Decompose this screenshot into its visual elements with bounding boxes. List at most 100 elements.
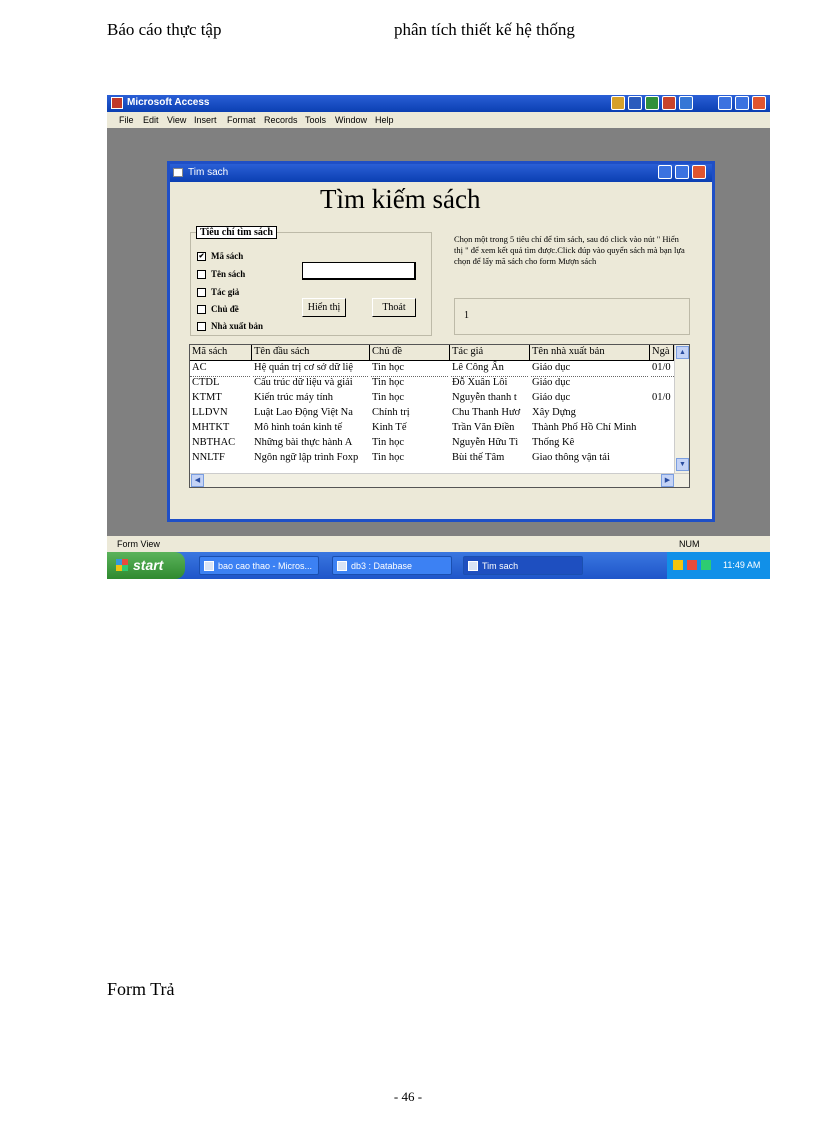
- outlook-icon[interactable]: [679, 96, 693, 110]
- table-cell: Thành Phố Hồ Chí Minh: [530, 421, 650, 436]
- table-cell: 01/0: [652, 362, 671, 373]
- column-header[interactable]: Mã sách: [190, 345, 252, 361]
- result-count: 1: [464, 310, 469, 321]
- search-input[interactable]: [302, 262, 416, 280]
- criteria-group-label: Tiêu chí tìm sách: [196, 226, 277, 239]
- table-cell: Chính trị: [370, 406, 450, 421]
- table-cell: MHTKT: [190, 421, 252, 436]
- table-cell: Trần Văn Điền: [450, 421, 530, 436]
- menu-tools[interactable]: Tools: [305, 115, 326, 125]
- checkbox-icon[interactable]: ✔: [197, 252, 206, 262]
- task-word-doc[interactable]: bao cao thao - Micros...: [199, 556, 319, 575]
- column-header[interactable]: Ngà: [650, 345, 674, 361]
- menu-view[interactable]: View: [167, 115, 186, 125]
- table-cell: Kiến trúc máy tính: [252, 391, 370, 406]
- page-number: - 46 -: [393, 1089, 423, 1104]
- option-chu-de[interactable]: Chủ đề: [197, 304, 239, 315]
- table-cell: NBTHAC: [190, 436, 252, 451]
- exit-button[interactable]: Thoát: [372, 298, 416, 317]
- table-cell: AC: [190, 361, 252, 376]
- instruction-text: Chọn một trong 5 tiêu chí để tìm sách, s…: [454, 234, 685, 266]
- option-tac-gia[interactable]: Tác giả: [197, 287, 239, 298]
- table-cell: Những bài thực hành A: [252, 436, 370, 451]
- form-minimize-icon[interactable]: [658, 165, 672, 179]
- form-icon: [468, 561, 478, 571]
- tim-sach-window: Tim sach Tìm kiếm sách Tiêu chí tìm sách…: [167, 161, 715, 522]
- option-nha-xuat-ban[interactable]: Nhà xuất bản: [197, 321, 263, 332]
- checkbox-icon[interactable]: [197, 322, 206, 332]
- table-cell: Tin học: [370, 451, 450, 466]
- scroll-left-icon[interactable]: ◀: [191, 474, 204, 487]
- table-row[interactable]: KTMT Kiến trúc máy tính Tin học Nguyễn than…: [190, 391, 674, 406]
- result-count-box: 1: [454, 298, 690, 335]
- table-cell: Giáo dục: [530, 391, 650, 406]
- status-bar: Form View NUM: [107, 536, 770, 552]
- word-icon[interactable]: [628, 96, 642, 110]
- scroll-down-icon[interactable]: ▼: [676, 458, 689, 471]
- menu-records[interactable]: Records: [264, 115, 298, 125]
- vertical-scrollbar[interactable]: ▲ ▼: [674, 345, 689, 473]
- app-title: Microsoft Access: [127, 97, 210, 108]
- menu-format[interactable]: Format: [227, 115, 256, 125]
- table-cell: Giao thông vận tải: [530, 451, 650, 466]
- table-cell: Hệ quản trị cơ sở dữ liệ: [252, 361, 370, 376]
- form-maximize-icon[interactable]: [675, 165, 689, 179]
- tray-icon[interactable]: [701, 560, 711, 570]
- minimize-icon[interactable]: [718, 96, 732, 110]
- task-tim-sach[interactable]: Tim sach: [463, 556, 583, 575]
- menu-edit[interactable]: Edit: [143, 115, 159, 125]
- table-cell: [650, 436, 674, 451]
- tray-icon[interactable]: [673, 560, 683, 570]
- powerpoint-icon[interactable]: [662, 96, 676, 110]
- close-icon[interactable]: [752, 96, 766, 110]
- table-cell: [650, 451, 674, 466]
- table-row[interactable]: AC Hệ quản trị cơ sở dữ liệ Tin học Lê Công…: [190, 361, 674, 377]
- column-header[interactable]: Tác giả: [450, 345, 530, 361]
- menu-file[interactable]: File: [119, 115, 134, 125]
- option-ma-sach[interactable]: ✔ Mã sách: [197, 251, 243, 262]
- access-icon: [111, 97, 123, 109]
- checkbox-icon[interactable]: [197, 288, 206, 298]
- column-header[interactable]: Tên nhà xuất bản: [530, 345, 650, 361]
- maximize-icon[interactable]: [735, 96, 749, 110]
- table-row[interactable]: NBTHAC Những bài thực hành A Tin học Nguyễn…: [190, 436, 674, 451]
- table-cell: [650, 376, 674, 391]
- show-button[interactable]: Hiển thị: [302, 298, 346, 317]
- column-header[interactable]: Tên đầu sách: [252, 345, 370, 361]
- start-button[interactable]: start: [107, 552, 185, 579]
- table-cell: Đỗ Xuân Lôi: [450, 376, 530, 391]
- checkbox-icon[interactable]: [197, 305, 206, 315]
- menu-insert[interactable]: Insert: [194, 115, 217, 125]
- table-row[interactable]: MHTKT Mô hình toán kinh tế Kinh Tế Trần Văn…: [190, 421, 674, 436]
- toolbar-icon[interactable]: [611, 96, 625, 110]
- table-row[interactable]: LLDVN Luật Lao Động Việt Na Chính trị Chu T…: [190, 406, 674, 421]
- results-grid[interactable]: Mã sách Tên đầu sách Chủ đề Tác giả Tên nhà …: [189, 344, 690, 488]
- menu-window[interactable]: Window: [335, 115, 367, 125]
- table-cell: Ngôn ngữ lập trình Foxp: [252, 451, 370, 466]
- table-cell: Nguyễn thanh t: [450, 391, 530, 406]
- horizontal-scrollbar[interactable]: ◀ ▶: [190, 473, 689, 487]
- app-title-bar: Microsoft Access: [107, 95, 770, 112]
- task-database[interactable]: db3 : Database: [332, 556, 452, 575]
- table-cell: Tin học: [370, 361, 450, 376]
- menu-help[interactable]: Help: [375, 115, 394, 125]
- checkbox-icon[interactable]: [197, 270, 206, 280]
- scroll-up-icon[interactable]: ▲: [676, 346, 689, 359]
- table-row[interactable]: CTDL Cấu trúc dữ liệu và giải Tin học Đỗ Xu…: [190, 376, 674, 391]
- table-cell: LLDVN: [190, 406, 252, 421]
- excel-icon[interactable]: [645, 96, 659, 110]
- table-row[interactable]: NNLTF Ngôn ngữ lập trình Foxp Tin học Bùi t…: [190, 451, 674, 466]
- scroll-right-icon[interactable]: ▶: [661, 474, 674, 487]
- option-ten-sach[interactable]: Tên sách: [197, 269, 245, 280]
- form-heading: Tìm kiếm sách: [320, 184, 481, 214]
- table-cell: Kinh Tế: [370, 421, 450, 436]
- form-body: Tìm kiếm sách Tiêu chí tìm sách ✔ Mã sách…: [170, 182, 712, 519]
- table-cell: Giáo dục: [530, 376, 650, 391]
- tray-icon[interactable]: [687, 560, 697, 570]
- column-header[interactable]: Chủ đề: [370, 345, 450, 361]
- access-screenshot: Microsoft Access File Edit View Insert F…: [107, 95, 770, 579]
- table-cell: [650, 421, 674, 436]
- header-right: phân tích thiết kế hệ thống: [394, 20, 575, 39]
- form-close-icon[interactable]: [692, 165, 706, 179]
- table-cell: Mô hình toán kinh tế: [252, 421, 370, 436]
